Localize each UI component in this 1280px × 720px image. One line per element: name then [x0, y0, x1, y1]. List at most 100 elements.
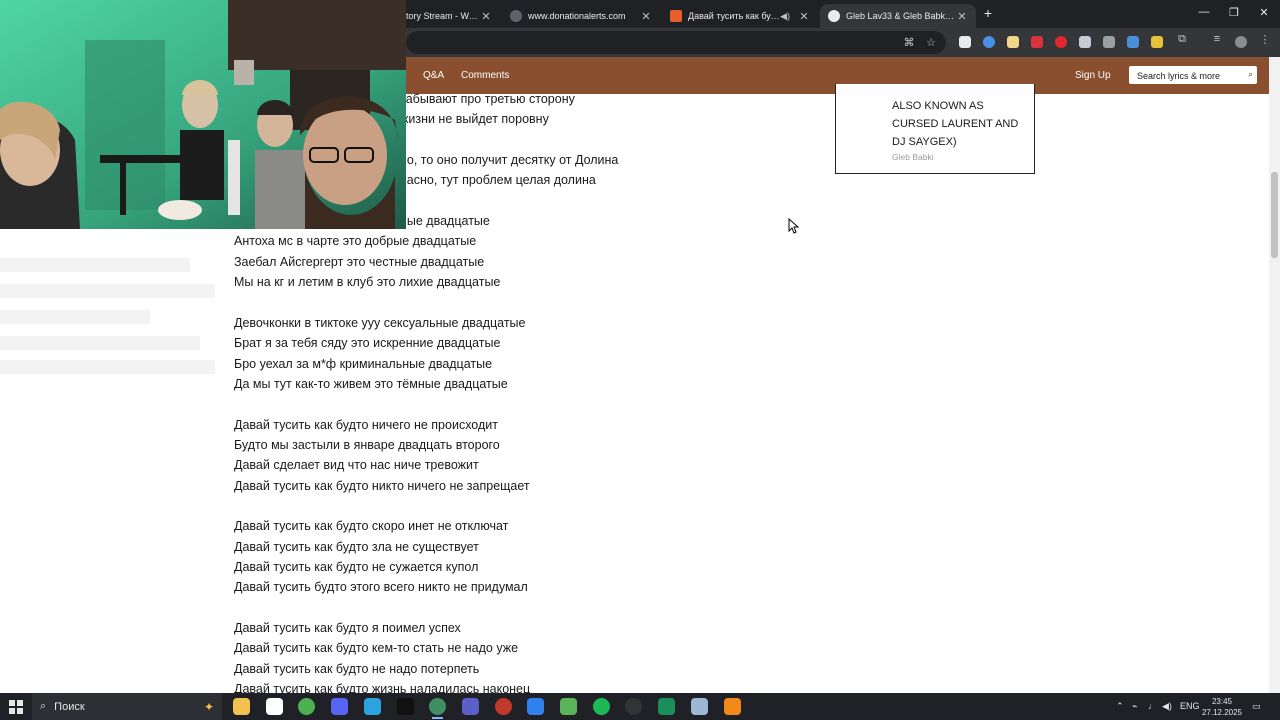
- webcam-overlay: [0, 0, 406, 229]
- extension-icon[interactable]: [959, 36, 971, 48]
- extension-icon[interactable]: [983, 36, 995, 48]
- discord-icon[interactable]: [331, 698, 349, 715]
- lyric-line: Давай сделает вид что нас ниче тревожит: [234, 458, 479, 473]
- extension-icon[interactable]: [1079, 36, 1091, 48]
- shield-icon[interactable]: [658, 698, 676, 715]
- lyric-line: Да мы тут как-то живем это тёмные двадца…: [234, 376, 508, 391]
- camera-icon[interactable]: [1103, 36, 1115, 48]
- volume-icon[interactable]: ◀): [1162, 701, 1172, 712]
- minimize-button[interactable]: —: [1196, 6, 1212, 18]
- restore-button[interactable]: ❐: [1226, 6, 1242, 19]
- obs-icon[interactable]: [625, 698, 643, 715]
- lyric-line: Давай тусить как будто скоро инет не отк…: [234, 519, 509, 534]
- nav-comments-link[interactable]: Comments: [461, 70, 509, 81]
- extension-icon[interactable]: [1031, 36, 1043, 48]
- nav-qa-link[interactable]: Q&A: [423, 70, 444, 81]
- puzzle-icon[interactable]: ⧉: [1175, 33, 1189, 46]
- mouse-cursor-icon: [788, 218, 800, 234]
- lyric-line: Девочконки в тиктоке ууу сексуальные два…: [234, 315, 526, 330]
- close-icon[interactable]: ✕: [640, 10, 652, 23]
- lyric-line: но, то оно получит десятку от Долина: [400, 153, 619, 168]
- genius-icon: [828, 10, 840, 22]
- extension-icon[interactable]: [1127, 36, 1139, 48]
- tab-title: www.donationalerts.com: [528, 11, 626, 21]
- overlay-ghost-text: [0, 258, 215, 374]
- lyric-line: Брo уехал за м*ф криминальные двадцатые: [234, 356, 493, 371]
- search-icon: ⌕: [40, 700, 47, 712]
- tab-donationalerts[interactable]: www.donationalerts.com ✕: [502, 4, 660, 28]
- lyric-line: жизни не выйдет поровну: [400, 112, 549, 127]
- system-clock[interactable]: 23:45 27.12.2025: [1200, 696, 1244, 718]
- yandex-browser-icon[interactable]: [265, 698, 283, 715]
- speaker-icon[interactable]: ◀): [780, 11, 790, 22]
- taskbar-search[interactable]: ⌕ Поиск ✦: [32, 693, 222, 720]
- translate-icon[interactable]: ⌘: [902, 36, 916, 49]
- record-icon[interactable]: [494, 698, 512, 715]
- chrome-icon[interactable]: [298, 698, 316, 715]
- site-favicon-icon: [670, 10, 682, 22]
- address-bar[interactable]: ⌘ ☆: [406, 31, 946, 54]
- network-icon[interactable]: ⌁: [1132, 701, 1137, 712]
- telegram-icon[interactable]: [363, 698, 381, 715]
- windows-start-icon[interactable]: [9, 700, 23, 714]
- close-icon[interactable]: ✕: [480, 10, 492, 23]
- lyric-line: пасно, тут проблем целая долина: [400, 173, 596, 188]
- app-black-icon[interactable]: [396, 698, 414, 715]
- extension-icon[interactable]: [1007, 36, 1019, 48]
- kebab-menu-icon[interactable]: ⋮: [1258, 33, 1272, 46]
- language-indicator[interactable]: ENG: [1180, 701, 1200, 711]
- lyric-line: Давай тусить как будто зла не существует: [234, 539, 479, 554]
- lyric-line: Давай тусить как будто не надо потерпеть: [234, 661, 480, 676]
- teams-icon[interactable]: [461, 698, 479, 715]
- bookmark-star-icon[interactable]: ☆: [924, 36, 938, 49]
- file-explorer-icon[interactable]: [233, 698, 250, 715]
- globe-icon: [510, 10, 522, 22]
- vlc-icon[interactable]: [723, 698, 741, 715]
- chevron-up-icon[interactable]: ⌃: [1116, 701, 1124, 712]
- extension-icon[interactable]: [1055, 36, 1067, 48]
- notifications-icon[interactable]: ▭: [1252, 701, 1261, 712]
- tab-title: tory Stream - Watch: [406, 11, 480, 21]
- media-queue-icon[interactable]: ≡: [1210, 33, 1224, 45]
- lyric-line: Давай тусить как будто никто ничего не з…: [234, 478, 530, 493]
- close-icon[interactable]: ✕: [798, 10, 810, 23]
- clock-date: 27.12.2025: [1201, 708, 1243, 717]
- lyric-line: Давай тусить как будто не сужается купол: [234, 560, 479, 575]
- spotify-icon[interactable]: [592, 698, 610, 715]
- vscode-icon[interactable]: [527, 698, 545, 715]
- search-icon[interactable]: ⌕: [1248, 69, 1253, 80]
- tab-genius-active[interactable]: Gleb Lav33 & Gleb Babki – Дав ✕: [820, 4, 976, 28]
- avatar[interactable]: [1235, 36, 1247, 48]
- page-scrollbar-thumb[interactable]: [1271, 172, 1278, 258]
- lyric-line: Давай тусить как будто я поимел успех: [234, 621, 461, 636]
- close-icon[interactable]: ✕: [956, 10, 968, 23]
- tab-lyrics-audio[interactable]: Давай тусить как будто... ◀) ✕: [662, 4, 818, 28]
- notepad-icon[interactable]: [690, 698, 708, 715]
- lyric-line: забывают про третью сторону: [400, 92, 575, 106]
- sparkle-icon: ✦: [203, 699, 214, 714]
- rocket-icon[interactable]: [560, 698, 577, 715]
- lyric-line: Давай тусить как будто кем-то стать не н…: [234, 641, 519, 656]
- lyrics-search-input[interactable]: [1129, 67, 1239, 85]
- tab-stream[interactable]: tory Stream - Watch ✕: [398, 4, 500, 28]
- windows-taskbar: ⌕ Поиск ✦ ⌃ ⌁ ♩ ◀) ENG 23:45 27.12.2025 …: [0, 693, 1280, 720]
- lyric-line: Заебал Айсгергерт это честные двадцатые: [234, 254, 485, 269]
- signup-link[interactable]: Sign Up: [1075, 70, 1111, 81]
- lyric-line: Антоха мс в чарте это добрые двадцатые: [234, 234, 477, 249]
- lyric-line: ные двадцатые: [400, 214, 490, 229]
- clock-time: 23:45: [1211, 697, 1233, 706]
- microphone-icon[interactable]: ♩: [1148, 701, 1157, 711]
- lyric-line: Брат я за тебя сяду это искренние двадца…: [234, 336, 501, 351]
- song-card[interactable]: ALSO KNOWN AS CURSED LAURENT AND DJ SAYG…: [835, 84, 1035, 174]
- extension-icon[interactable]: [1151, 36, 1163, 48]
- tab-title: Давай тусить как будто...: [688, 11, 780, 21]
- lyric-line: Давай тусить будто этого всего никто не …: [234, 580, 528, 595]
- chrome-active-icon[interactable]: [429, 698, 447, 719]
- webcam-image: [0, 0, 406, 229]
- song-card-title: ALSO KNOWN AS CURSED LAURENT AND DJ SAYG…: [892, 100, 1019, 148]
- lyrics-search: ⌕: [1129, 66, 1257, 85]
- new-tab-button[interactable]: +: [980, 5, 996, 21]
- page-scrollbar-track[interactable]: [1269, 57, 1280, 693]
- close-window-button[interactable]: ✕: [1256, 6, 1272, 19]
- lyric-line: Давай тусить как будто ничего не происхо…: [234, 417, 498, 432]
